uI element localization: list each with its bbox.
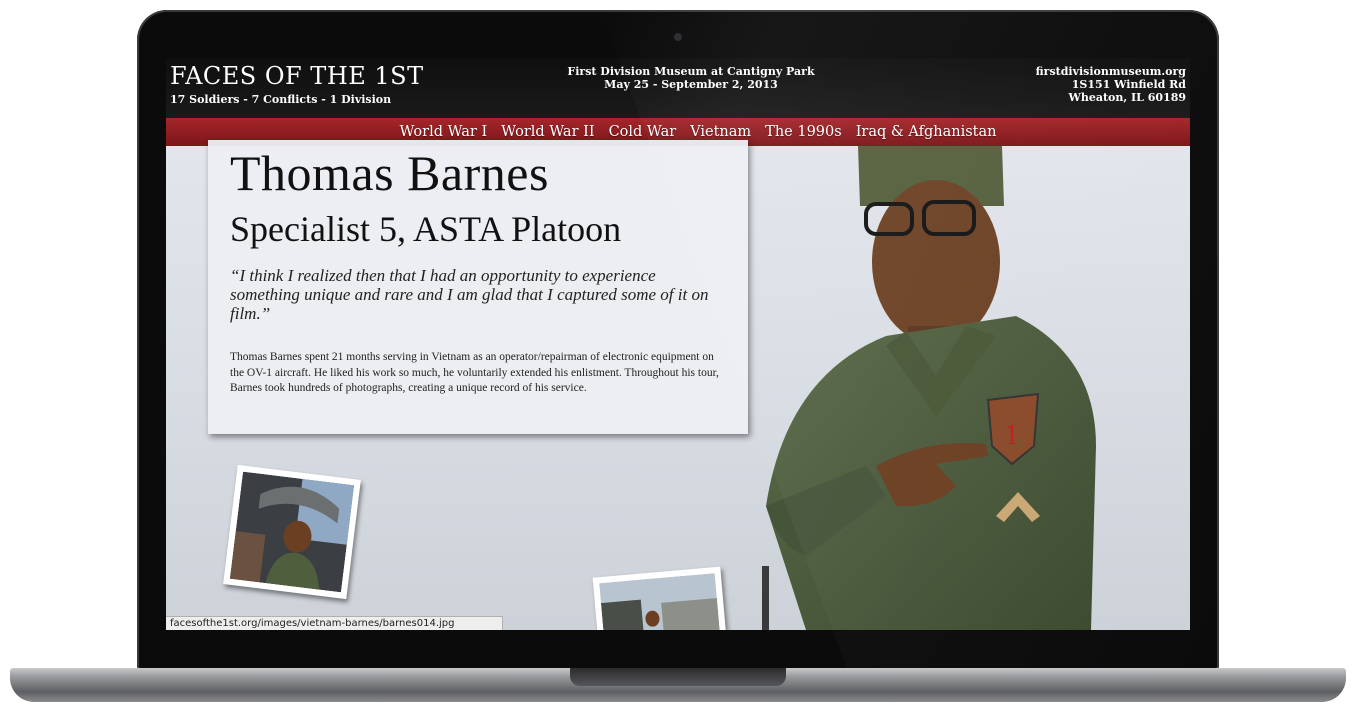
- laptop-notch: [570, 668, 786, 686]
- street-address: 1S151 Winfield Rd: [1071, 78, 1186, 91]
- soldier-quote: “I think I realized then that I had an o…: [230, 266, 709, 323]
- soldier-info-card: Thomas Barnes Specialist 5, ASTA Platoon…: [208, 140, 748, 434]
- thumbnail-image: [599, 573, 721, 630]
- status-bar-url: facesofthe1st.org/images/vietnam-barnes/…: [166, 616, 503, 630]
- site-tagline: 17 Soldiers - 7 Conflicts - 1 Division: [170, 93, 392, 106]
- camera-icon: [674, 33, 682, 41]
- thumbnail-image: [229, 471, 355, 593]
- photo-thumbnail[interactable]: [592, 566, 728, 630]
- address-info: firstdivisionmuseum.org 1S151 Winfield R…: [1036, 65, 1186, 104]
- browser-screen: 1 FACES OF THE 1ST 17 Soldiers - 7 Confl…: [166, 58, 1190, 630]
- city-address: Wheaton, IL 60189: [1068, 91, 1186, 104]
- soldier-bio: Thomas Barnes spent 21 months serving in…: [230, 351, 719, 394]
- aircraft-photo: [229, 471, 355, 593]
- nav-vietnam[interactable]: Vietnam: [683, 124, 758, 140]
- venue-info: First Division Museum at Cantigny Park M…: [526, 65, 856, 91]
- nav-iraq-afghanistan[interactable]: Iraq & Afghanistan: [849, 124, 1004, 140]
- website-link[interactable]: firstdivisionmuseum.org: [1036, 65, 1186, 78]
- nav-world-war-1[interactable]: World War I: [393, 124, 495, 140]
- photo-thumbnail[interactable]: [223, 464, 361, 600]
- nav-world-war-2[interactable]: World War II: [494, 124, 601, 140]
- nav-1990s[interactable]: The 1990s: [758, 124, 849, 140]
- site-header: FACES OF THE 1ST 17 Soldiers - 7 Conflic…: [166, 58, 1190, 118]
- soldier-rank: Specialist 5, ASTA Platoon: [230, 209, 622, 249]
- soldier-name: Thomas Barnes: [230, 145, 549, 201]
- site-title[interactable]: FACES OF THE 1ST: [170, 62, 424, 90]
- svg-text:1: 1: [1004, 418, 1019, 451]
- nav-cold-war[interactable]: Cold War: [602, 124, 684, 140]
- venue-dates: May 25 - September 2, 2013: [604, 78, 778, 91]
- venue-name: First Division Museum at Cantigny Park: [567, 65, 815, 78]
- equipment-photo: [599, 573, 721, 630]
